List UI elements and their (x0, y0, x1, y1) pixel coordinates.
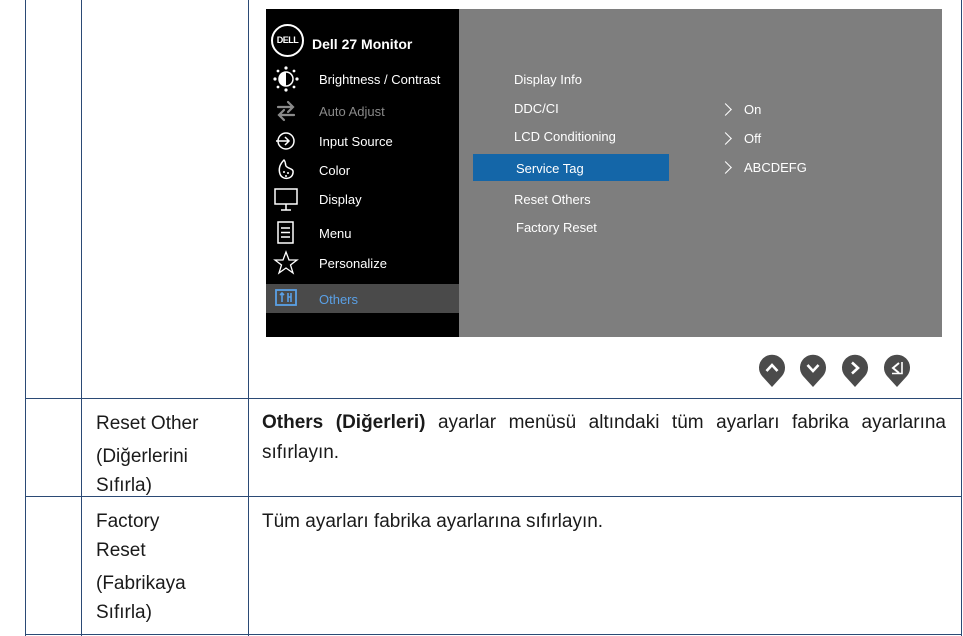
brightness-icon (273, 66, 299, 92)
service-tag-value: ABCDEFG (744, 160, 807, 175)
osd-header: DELL Dell 27 Monitor (266, 9, 459, 64)
up-icon[interactable] (758, 354, 786, 388)
row-description-reset-other: Others (Diğerleri) ayarlar menüsü altınd… (262, 408, 946, 468)
input-source-icon (276, 132, 295, 150)
row-name-line: (Diğerlerini (96, 446, 188, 467)
menu-item-label: Auto Adjust (319, 104, 385, 119)
menu-item-label: Menu (319, 226, 352, 241)
menu-item-display[interactable]: Display (266, 185, 459, 213)
osd-main-menu: DELL Dell 27 Monitor Brightness / Contra… (266, 9, 459, 337)
lcd-conditioning-value: Off (744, 131, 762, 146)
color-icon (278, 158, 294, 180)
menu-icon (277, 221, 294, 244)
row-name-reset-other: Reset Other (Diğerlerini Sıfırla) (96, 409, 198, 500)
row-name-line: (Fabrikaya (96, 573, 186, 594)
row-name-line: Reset (96, 540, 146, 561)
ddc-ci-value: On (744, 102, 762, 117)
chevron-right-icon (719, 132, 732, 145)
menu-item-label: Brightness / Contrast (319, 72, 441, 87)
menu-item-label: Others (319, 292, 359, 307)
table-border-right (961, 0, 962, 636)
menu-item-label: Personalize (319, 256, 387, 271)
table-row-divider-1 (25, 398, 962, 399)
table-border-col1 (81, 0, 82, 636)
description-text: Tüm ayarları fabrika ayarlarına sıfırlay… (262, 511, 604, 532)
submenu-item-display-info[interactable]: Display Info (514, 72, 582, 87)
menu-item-personalize[interactable]: Personalize (266, 249, 459, 277)
row-name-line: Factory (96, 511, 160, 532)
row-description-factory-reset: Tüm ayarları fabrika ayarlarına sıfırlay… (262, 507, 946, 537)
menu-item-label: Color (319, 163, 351, 178)
row-name-line: Reset Other (96, 413, 199, 434)
right-icon[interactable] (841, 354, 869, 388)
menu-item-auto-adjust[interactable]: Auto Adjust (266, 97, 459, 125)
osd-screenshot: DELL Dell 27 Monitor Brightness / Contra… (266, 9, 942, 337)
row-name-line: Sıfırla) (96, 475, 152, 496)
chevron-right-icon (719, 103, 732, 116)
submenu-item-reset-others[interactable]: Reset Others (514, 192, 591, 207)
submenu-item-factory-reset[interactable]: Factory Reset (516, 220, 597, 235)
table-border-col2 (248, 0, 249, 636)
star-icon (273, 250, 299, 275)
others-icon (275, 289, 297, 306)
menu-item-menu[interactable]: Menu (266, 219, 459, 247)
others-label: Others (Diğerleri) (262, 412, 426, 433)
back-icon[interactable] (883, 354, 911, 388)
submenu-item-lcd-conditioning[interactable]: LCD Conditioning (514, 129, 616, 144)
menu-item-brightness[interactable]: Brightness / Contrast (266, 65, 459, 93)
menu-item-label: Display (319, 192, 362, 207)
menu-item-color[interactable]: Color (266, 156, 459, 184)
submenu-item-service-tag[interactable]: Service Tag (516, 161, 584, 176)
menu-item-others[interactable]: Others (266, 284, 459, 313)
row-name-line: Sıfırla) (96, 602, 152, 623)
row-name-factory-reset: Factory Reset (Fabrikaya Sıfırla) (96, 507, 186, 627)
table-border-bottom (25, 634, 962, 635)
menu-item-label: Input Source (319, 134, 393, 149)
dell-logo: DELL (271, 24, 304, 57)
down-icon[interactable] (799, 354, 827, 388)
auto-adjust-icon (276, 100, 296, 122)
submenu-item-ddc-ci[interactable]: DDC/CI (514, 101, 559, 116)
table-border-left (25, 0, 26, 636)
display-icon (274, 188, 298, 211)
menu-item-input-source[interactable]: Input Source (266, 127, 459, 155)
osd-title: Dell 27 Monitor (312, 36, 413, 52)
chevron-right-icon (719, 161, 732, 174)
